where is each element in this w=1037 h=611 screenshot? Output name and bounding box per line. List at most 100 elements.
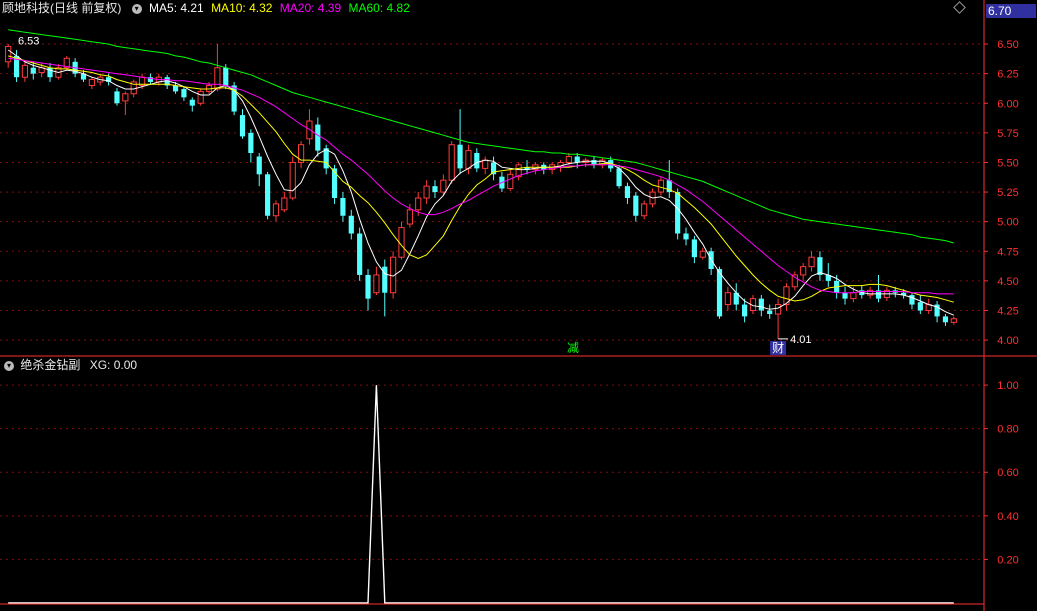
candle-body xyxy=(800,266,807,276)
candle xyxy=(306,109,313,145)
candle-body xyxy=(357,233,363,275)
candle xyxy=(348,209,354,240)
candle-body xyxy=(189,99,195,106)
candle xyxy=(909,292,915,310)
candle xyxy=(265,171,271,220)
candle-body xyxy=(842,292,848,299)
candle-body xyxy=(289,161,296,199)
candle xyxy=(599,157,606,169)
candle-body xyxy=(197,90,204,104)
candle xyxy=(950,316,957,325)
candle-body xyxy=(633,195,639,216)
candle xyxy=(708,247,714,275)
candle-body xyxy=(774,304,782,315)
candle-body xyxy=(365,274,371,299)
candle xyxy=(248,129,254,163)
price-tick-label: 4.00 xyxy=(997,335,1018,347)
candle xyxy=(917,295,923,315)
chart-annotations: 6.53 4.01 减 财 xyxy=(18,35,812,355)
candle xyxy=(842,286,848,305)
ma10-label: MA10: 4.32 xyxy=(211,1,273,15)
candle xyxy=(289,156,296,201)
candle-body xyxy=(474,152,480,169)
candle-body xyxy=(340,197,346,216)
candle xyxy=(758,295,764,317)
indicator-header: ▾ 绝杀金钻副 XG: 0.00 xyxy=(0,357,137,373)
candle-body xyxy=(281,197,288,211)
candle xyxy=(448,141,455,184)
candle-body xyxy=(223,67,229,86)
price-tick-label: 5.75 xyxy=(997,128,1018,140)
candle-body xyxy=(30,67,36,74)
ma-line-ma60 xyxy=(8,29,954,244)
candle xyxy=(357,227,363,281)
candle xyxy=(724,286,731,311)
candle-body xyxy=(214,67,221,90)
candle xyxy=(256,152,262,187)
candle xyxy=(88,77,95,90)
ma20-label: MA20: 4.39 xyxy=(279,1,342,15)
candle-body xyxy=(657,179,665,193)
candle xyxy=(808,251,815,272)
candle-body xyxy=(114,91,120,104)
candle xyxy=(272,200,280,222)
jian-marker: 减 xyxy=(567,341,579,355)
xg-series-line xyxy=(8,385,954,604)
candle xyxy=(315,117,321,157)
candle xyxy=(164,74,170,90)
xg-indicator-line xyxy=(8,385,954,604)
candle-body xyxy=(482,159,489,169)
candle xyxy=(691,235,697,264)
price-tick-label: 6.00 xyxy=(997,98,1018,110)
candle xyxy=(800,263,807,281)
candle xyxy=(657,176,665,196)
candle xyxy=(239,109,246,139)
xg-value-label: XG: 0.00 xyxy=(89,358,138,372)
candle-body xyxy=(616,168,622,187)
candle-body xyxy=(950,318,957,323)
candle xyxy=(733,283,739,311)
candle xyxy=(365,269,371,311)
candle xyxy=(515,162,522,181)
candle-body xyxy=(265,174,271,216)
candle-body xyxy=(683,233,689,240)
candle-body xyxy=(808,256,815,268)
candle-body xyxy=(691,239,697,258)
candle xyxy=(340,192,346,222)
candle xyxy=(490,156,497,181)
candle-body xyxy=(315,124,321,151)
candle-body xyxy=(917,302,923,311)
candle-body xyxy=(432,186,438,193)
candle-body xyxy=(448,144,455,181)
candle-body xyxy=(942,316,949,323)
candle-body xyxy=(323,148,329,169)
candle-body xyxy=(641,203,648,217)
candle-body xyxy=(272,203,280,217)
candle-body xyxy=(767,310,773,315)
candle-body xyxy=(565,156,572,163)
candle-body xyxy=(507,173,514,190)
price-tick-label: 5.50 xyxy=(997,157,1018,169)
candle-body xyxy=(88,79,95,86)
indicator-tick-label: 0.60 xyxy=(997,467,1018,479)
candle xyxy=(331,164,338,204)
candle-body xyxy=(331,168,338,198)
candle-body xyxy=(122,93,129,102)
price-tick-label: 4.75 xyxy=(997,246,1018,258)
candle-body xyxy=(758,298,764,311)
chevron-down-icon[interactable]: ▾ xyxy=(131,3,142,14)
chevron-down-icon[interactable]: ▾ xyxy=(4,360,14,371)
indicator-title: 绝杀金钻副 xyxy=(20,358,81,372)
candle xyxy=(541,162,547,175)
candle xyxy=(297,141,305,169)
price-axis: 6.50 6.25 6.00 5.75 5.50 5.25 5.00 4.75 4.50 4.25… xyxy=(0,0,1037,611)
candle xyxy=(382,259,388,317)
candle xyxy=(582,157,589,168)
candle xyxy=(942,314,949,326)
candle xyxy=(633,192,639,222)
stock-title: 顾地科技(日线 前复权) xyxy=(2,1,122,15)
candle-body xyxy=(742,304,748,317)
candle-body xyxy=(574,156,580,163)
stock-chart[interactable]: 6.50 6.25 6.00 5.75 5.50 5.25 5.00 4.75 4.50 4.25… xyxy=(0,0,1037,611)
candle xyxy=(699,247,706,260)
